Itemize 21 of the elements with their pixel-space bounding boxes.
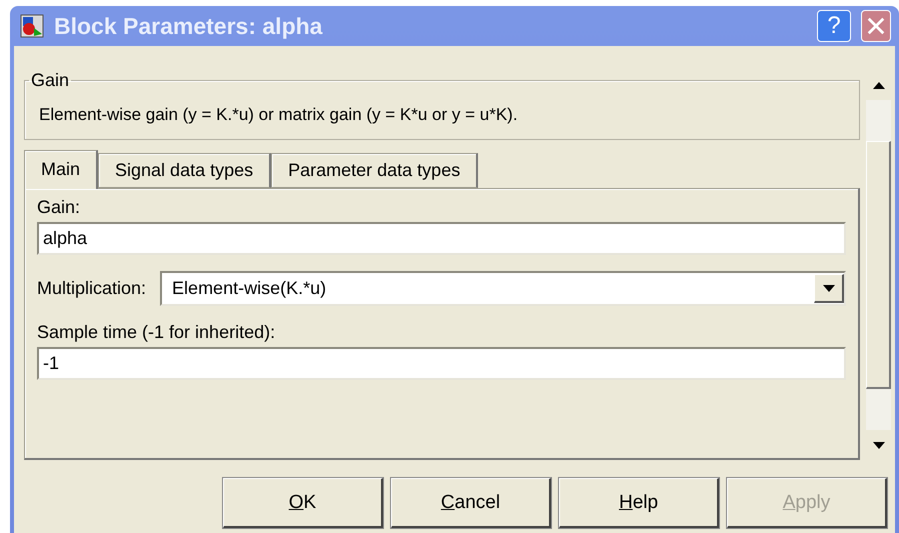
- dropdown[interactable]: Element-wise(K.*u): [160, 271, 846, 306]
- group-title: Gain: [30, 70, 70, 91]
- block-diagram-icon: [20, 14, 44, 38]
- tab[interactable]: Main: [24, 150, 98, 189]
- input-field[interactable]: -1: [37, 347, 846, 380]
- dialog-button[interactable]: Cancel: [391, 478, 551, 528]
- dialog-button[interactable]: OK: [223, 478, 383, 528]
- down-arrow-icon[interactable]: [872, 442, 884, 448]
- up-arrow-icon[interactable]: [872, 82, 884, 88]
- tab[interactable]: Signal data types: [98, 153, 272, 188]
- input-field[interactable]: alpha: [37, 222, 846, 255]
- close-icon: [866, 16, 886, 36]
- tab[interactable]: Parameter data types: [271, 153, 478, 188]
- description-text: Element-wise gain (y = K.*u) or matrix gain (y = K*u or y = u*K).: [39, 105, 519, 125]
- field-label: Gain:: [37, 197, 82, 218]
- field-label: Multiplication:: [37, 278, 146, 299]
- field-label: Sample time (-1 for inherited):: [37, 322, 276, 343]
- help-button[interactable]: ?: [817, 10, 851, 42]
- window-title: Block Parameters: alpha: [54, 12, 324, 40]
- close-button[interactable]: [861, 10, 891, 42]
- dialog-button[interactable]: Help: [559, 478, 719, 528]
